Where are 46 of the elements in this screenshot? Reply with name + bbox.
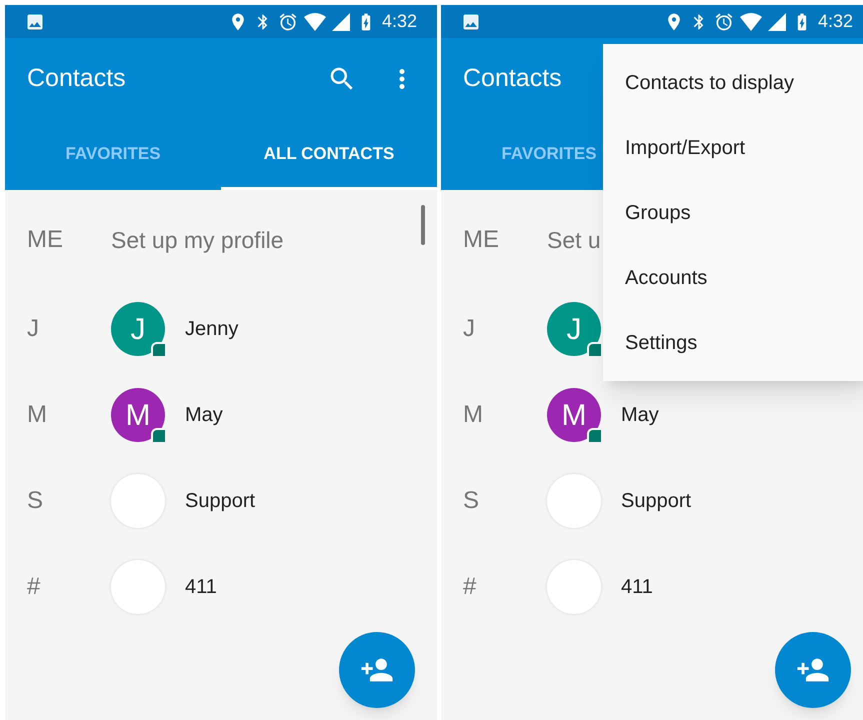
avatar: M: [111, 388, 165, 442]
badge-icon: [587, 342, 601, 356]
section-letter: M: [27, 400, 48, 430]
section-letter: #: [27, 572, 42, 602]
contact-name[interactable]: Jenny: [185, 314, 238, 344]
image-icon: [461, 12, 481, 32]
contact-name[interactable]: 411: [621, 572, 653, 602]
section-letter: S: [463, 486, 480, 516]
profile-setup-text[interactable]: Set u: [547, 222, 601, 258]
profile-setup-text[interactable]: Set up my profile: [111, 222, 284, 258]
wifi-icon: [740, 12, 762, 30]
avatar: M: [547, 388, 601, 442]
contact-name[interactable]: 411: [185, 572, 217, 602]
wifi-icon: [304, 12, 326, 30]
signal-icon: [768, 12, 786, 30]
app-title: Contacts: [27, 63, 126, 94]
clock-time: 4:32: [382, 10, 417, 33]
section-letter: J: [27, 314, 40, 344]
badge-icon: [587, 428, 601, 442]
signal-icon: [332, 12, 350, 30]
section-letter: ME: [463, 225, 500, 255]
section-letter: ME: [27, 225, 64, 255]
menu-item[interactable]: Accounts: [603, 245, 863, 310]
section-letter: M: [463, 400, 484, 430]
alarm-icon: [714, 12, 734, 32]
contact-name[interactable]: May: [621, 400, 659, 430]
badge-icon: [151, 428, 165, 442]
avatar: J: [111, 302, 165, 356]
alarm-icon: [278, 12, 298, 32]
avatar: J: [547, 302, 601, 356]
badge-icon: [151, 342, 165, 356]
contact-name[interactable]: Support: [621, 486, 692, 516]
menu-item[interactable]: Import/Export: [603, 115, 863, 180]
scrollbar: [421, 205, 425, 245]
clock-time: 4:32: [818, 10, 853, 33]
section-letter: S: [27, 486, 44, 516]
section-letter: J: [463, 314, 476, 344]
app-title: Contacts: [463, 63, 562, 94]
tab[interactable]: ALL CONTACTS: [221, 120, 437, 190]
menu-item[interactable]: Contacts to display: [603, 50, 863, 115]
contact-name[interactable]: Support: [185, 486, 256, 516]
contact-name[interactable]: May: [185, 400, 223, 430]
menu-item[interactable]: Groups: [603, 180, 863, 245]
image-icon: [25, 12, 45, 32]
section-letter: #: [463, 572, 478, 602]
menu-item[interactable]: Settings: [603, 310, 863, 375]
